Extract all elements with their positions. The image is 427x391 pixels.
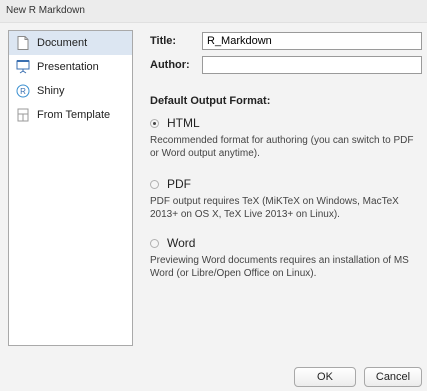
title-row: Title: xyxy=(150,30,422,52)
sidebar-item-shiny[interactable]: R Shiny xyxy=(9,79,132,103)
sidebar-item-label: From Template xyxy=(37,109,111,121)
document-icon xyxy=(15,35,31,51)
svg-text:R: R xyxy=(20,87,26,96)
output-option-html[interactable]: HTML Recommended format for authoring (y… xyxy=(150,115,420,160)
output-option-pdf[interactable]: PDF PDF output requires TeX (MiKTeX on W… xyxy=(150,176,420,221)
html-label[interactable]: HTML xyxy=(167,116,200,130)
sidebar-item-label: Shiny xyxy=(37,85,65,97)
word-radio[interactable] xyxy=(150,238,159,248)
author-label: Author: xyxy=(150,59,190,71)
presentation-icon xyxy=(15,59,31,75)
pdf-radio[interactable] xyxy=(150,179,159,189)
output-option-word[interactable]: Word Previewing Word documents requires … xyxy=(150,235,420,280)
title-label: Title: xyxy=(150,35,177,47)
word-label[interactable]: Word xyxy=(167,236,195,250)
sidebar-item-presentation[interactable]: Presentation xyxy=(9,55,132,79)
pdf-description: PDF output requires TeX (MiKTeX on Windo… xyxy=(150,196,399,220)
template-icon xyxy=(15,107,31,123)
html-description: Recommended format for authoring (you ca… xyxy=(150,135,414,159)
ok-button[interactable]: OK xyxy=(294,367,356,387)
template-type-list[interactable]: Document Presentation R Shiny From Templ… xyxy=(8,30,133,346)
word-description: Previewing Word documents requires an in… xyxy=(150,255,409,279)
html-radio[interactable] xyxy=(150,118,159,128)
sidebar-item-label: Document xyxy=(37,37,88,49)
output-format-heading: Default Output Format: xyxy=(150,95,271,107)
document-form: Title: Author: xyxy=(150,30,422,78)
shiny-icon: R xyxy=(15,83,31,99)
window-title: New R Markdown xyxy=(6,5,85,16)
sidebar-item-from-template[interactable]: From Template xyxy=(9,103,132,127)
author-input[interactable] xyxy=(202,56,422,74)
author-row: Author: xyxy=(150,54,422,76)
sidebar-item-document[interactable]: Document xyxy=(9,31,132,55)
pdf-label[interactable]: PDF xyxy=(167,177,191,191)
cancel-button[interactable]: Cancel xyxy=(364,367,422,387)
title-input[interactable] xyxy=(202,32,422,50)
title-bar: New R Markdown xyxy=(0,0,427,23)
sidebar-item-label: Presentation xyxy=(37,61,99,73)
